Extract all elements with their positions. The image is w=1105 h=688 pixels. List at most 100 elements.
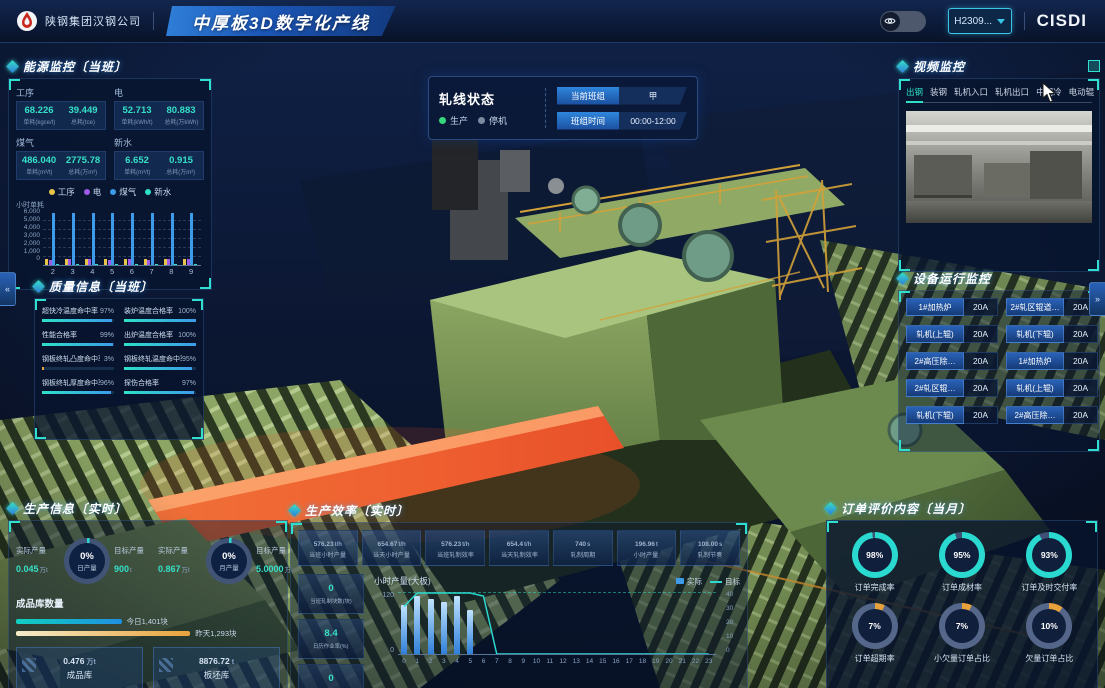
header-divider bbox=[1024, 12, 1025, 30]
panel-icon bbox=[896, 272, 909, 285]
video-feed[interactable] bbox=[906, 111, 1092, 223]
equipment-item: 轧机(下辊) 20A bbox=[906, 406, 998, 424]
panel-icon bbox=[824, 502, 837, 515]
orders-title: 订单评价内容〔当月〕 bbox=[841, 500, 971, 517]
efficiency-stat: 108.00s 轧制节奏 bbox=[680, 530, 740, 566]
energy-groups: 工序 68.226单耗(kgce/t) 39.449总耗(tce) 电 52.7… bbox=[16, 86, 204, 180]
video-tab[interactable]: 出钢 bbox=[906, 86, 923, 98]
equipment-item: 1#加热炉 20A bbox=[1006, 352, 1098, 370]
legend-dot bbox=[110, 189, 116, 195]
target-legend-icon bbox=[710, 581, 722, 583]
shift-time-badge: 班组时间 00:00-12:00 bbox=[557, 112, 687, 130]
store-boxes: 0.476万t 成品库 8876.72t 板坯库 bbox=[16, 647, 280, 688]
equipment-item: 1#加热炉 20A bbox=[906, 298, 998, 316]
production-gauge: 实际产量 0.867万t 0%月产量 目标产量 5.0000万t bbox=[158, 528, 300, 594]
video-tabs: 出钢装钢轧机入口轧机出口中间冷电动辊 bbox=[906, 86, 1092, 103]
gauge-ring: 0%日产量 bbox=[64, 538, 110, 584]
efficiency-stat: 740s 轧制周期 bbox=[553, 530, 613, 566]
equipment-list: 1#加热炉 20A 2#轧区辊道… 20A 轧机(上辊) 20A 轧机 bbox=[906, 298, 1092, 424]
order-donut-ring: 7% bbox=[939, 603, 985, 649]
collapse-left-tab[interactable]: « bbox=[0, 272, 16, 306]
collapse-right-tab[interactable]: » bbox=[1089, 282, 1105, 316]
shift-badge: 当前班组 甲 bbox=[557, 87, 687, 105]
panel-icon bbox=[32, 280, 45, 293]
video-title: 视频监控 bbox=[913, 58, 965, 75]
order-metric: 93% 订单及时交付率 bbox=[1021, 532, 1077, 593]
quality-progress-bar bbox=[124, 391, 194, 394]
order-metric: 98% 订单完成率 bbox=[852, 532, 898, 593]
brand-logo: CISDI bbox=[1037, 11, 1087, 31]
efficiency-mini: 8.4 日历作业率(%) bbox=[298, 619, 364, 659]
dashboard-root: 陕钢集团汉钢公司 中厚板3D数字化产线 H2309... CISDI bbox=[0, 0, 1105, 688]
equipment-item: 2#轧区辊… 20A bbox=[906, 379, 998, 397]
production-gauges: 实际产量 0.045万t 0%日产量 目标产量 900t bbox=[16, 528, 280, 594]
order-donut-ring: 7% bbox=[852, 603, 898, 649]
order-metric: 95% 订单成材率 bbox=[939, 532, 985, 593]
order-metric: 10% 欠量订单占比 bbox=[1025, 603, 1073, 664]
panel-icon bbox=[288, 504, 301, 517]
hour-chart-title: 小时产量(大板) bbox=[374, 575, 431, 587]
quality-item: 钢板终轧凸度命中率 3% bbox=[42, 354, 114, 370]
production-gauge: 实际产量 0.045万t 0%日产量 目标产量 900t bbox=[16, 528, 158, 594]
video-tab[interactable]: 电动辊 bbox=[1069, 86, 1095, 98]
equipment-item: 轧机(上辊) 20A bbox=[1006, 379, 1098, 397]
efficiency-stat: 654.67t/h 当天小时产量 bbox=[362, 530, 422, 566]
quality-list: 超快冷温度命中率 97% 装炉温度合格率 100% 性能合格率 99% bbox=[42, 306, 196, 394]
chevron-down-icon bbox=[997, 19, 1005, 24]
energy-legend: 工序 电 煤气 新水 bbox=[16, 186, 204, 198]
quality-title: 质量信息〔当班〕 bbox=[49, 278, 153, 295]
quality-item: 性能合格率 99% bbox=[42, 330, 114, 346]
efficiency-stat: 196.96t 小时产量 bbox=[617, 530, 677, 566]
equipment-item: 轧机(上辊) 20A bbox=[906, 325, 998, 343]
stopped-dot bbox=[478, 117, 485, 124]
device-select[interactable]: H2309... bbox=[948, 8, 1012, 34]
energy-group: 新水 6.652单耗(m³/t) 0.915总耗(万m³) bbox=[114, 136, 204, 180]
efficiency-stats: 576.23t/h 当班小时产量 654.67t/h 当天小时产量 576.23… bbox=[298, 530, 740, 566]
gauge-ring: 0%月产量 bbox=[206, 538, 252, 584]
panel-video: 视频监控 出钢装钢轧机入口轧机出口中间冷电动辊 bbox=[898, 56, 1100, 272]
efficiency-stat: 576.23t/h 当班小时产量 bbox=[298, 530, 358, 566]
hour-chart: 120 0 0123456789101112131415161718192021… bbox=[374, 592, 740, 684]
quality-progress-bar bbox=[42, 319, 112, 322]
store-box: 0.476万t 成品库 bbox=[16, 647, 143, 688]
mouse-cursor bbox=[1042, 82, 1058, 104]
company-logo bbox=[16, 10, 38, 32]
quality-progress-bar bbox=[42, 391, 111, 394]
efficiency-stat: 576.23t/h 当班轧制效率 bbox=[425, 530, 485, 566]
efficiency-mini: 0 设备运转率(%) bbox=[298, 664, 364, 688]
video-tab[interactable]: 轧机入口 bbox=[954, 86, 988, 98]
quality-progress-bar bbox=[124, 343, 196, 346]
company-name: 陕钢集团汉钢公司 bbox=[45, 13, 141, 29]
video-tab[interactable]: 装钢 bbox=[930, 86, 947, 98]
visibility-toggle[interactable] bbox=[880, 11, 926, 32]
efficiency-minis: 0 当班轧制块数(块) 8.4 日历作业率(%) 0 设备运转率(%) bbox=[298, 574, 364, 688]
quality-progress-bar bbox=[124, 367, 192, 370]
panel-quality: 质量信息〔当班〕 超快冷温度命中率 97% 装炉温度合格率 100% bbox=[34, 276, 204, 440]
header-divider bbox=[153, 12, 154, 30]
equipment-item: 2#轧区辊道… 20A bbox=[1006, 298, 1098, 316]
energy-group: 煤气 486.040单耗(m³/t) 2775.78总耗(万m³) bbox=[16, 136, 106, 180]
quality-progress-bar bbox=[124, 319, 196, 322]
order-metric: 7% 订单超期率 bbox=[852, 603, 898, 664]
stock-bar-yesterday bbox=[16, 631, 190, 636]
stock-bar-today bbox=[16, 619, 122, 624]
energy-ylabel: 小时单耗 bbox=[16, 200, 204, 210]
order-donut-ring: 98% bbox=[852, 532, 898, 578]
divider bbox=[545, 88, 547, 128]
panel-equipment: 设备运行监控 1#加热炉 20A 2#轧区辊道… 20A 轧机(上辊) bbox=[898, 268, 1100, 452]
quality-progress-bar bbox=[42, 343, 113, 346]
equipment-item: 2#高压除… 20A bbox=[1006, 406, 1098, 424]
panel-orders: 订单评价内容〔当月〕 98% 订单完成率 95% 订 bbox=[826, 498, 1098, 688]
panel-line-status: 轧线状态 生产 停机 当前班组 甲 班组时间 00:00-12:00 bbox=[428, 76, 698, 140]
video-tab[interactable]: 轧机出口 bbox=[995, 86, 1029, 98]
energy-chart: 6,0005,0004,0003,0002,0001,0000 23456789 bbox=[16, 211, 204, 281]
top-bar: 陕钢集团汉钢公司 中厚板3D数字化产线 H2309... CISDI bbox=[0, 0, 1105, 43]
expand-icon[interactable] bbox=[1088, 60, 1100, 72]
order-donut-ring: 95% bbox=[939, 532, 985, 578]
quality-item: 钢板终轧温度命中率 95% bbox=[124, 354, 196, 370]
quality-progress-bar bbox=[42, 367, 44, 370]
actual-legend-icon bbox=[676, 578, 684, 584]
legend-dot bbox=[84, 189, 90, 195]
panel-icon bbox=[6, 60, 19, 73]
panel-icon bbox=[6, 502, 19, 515]
